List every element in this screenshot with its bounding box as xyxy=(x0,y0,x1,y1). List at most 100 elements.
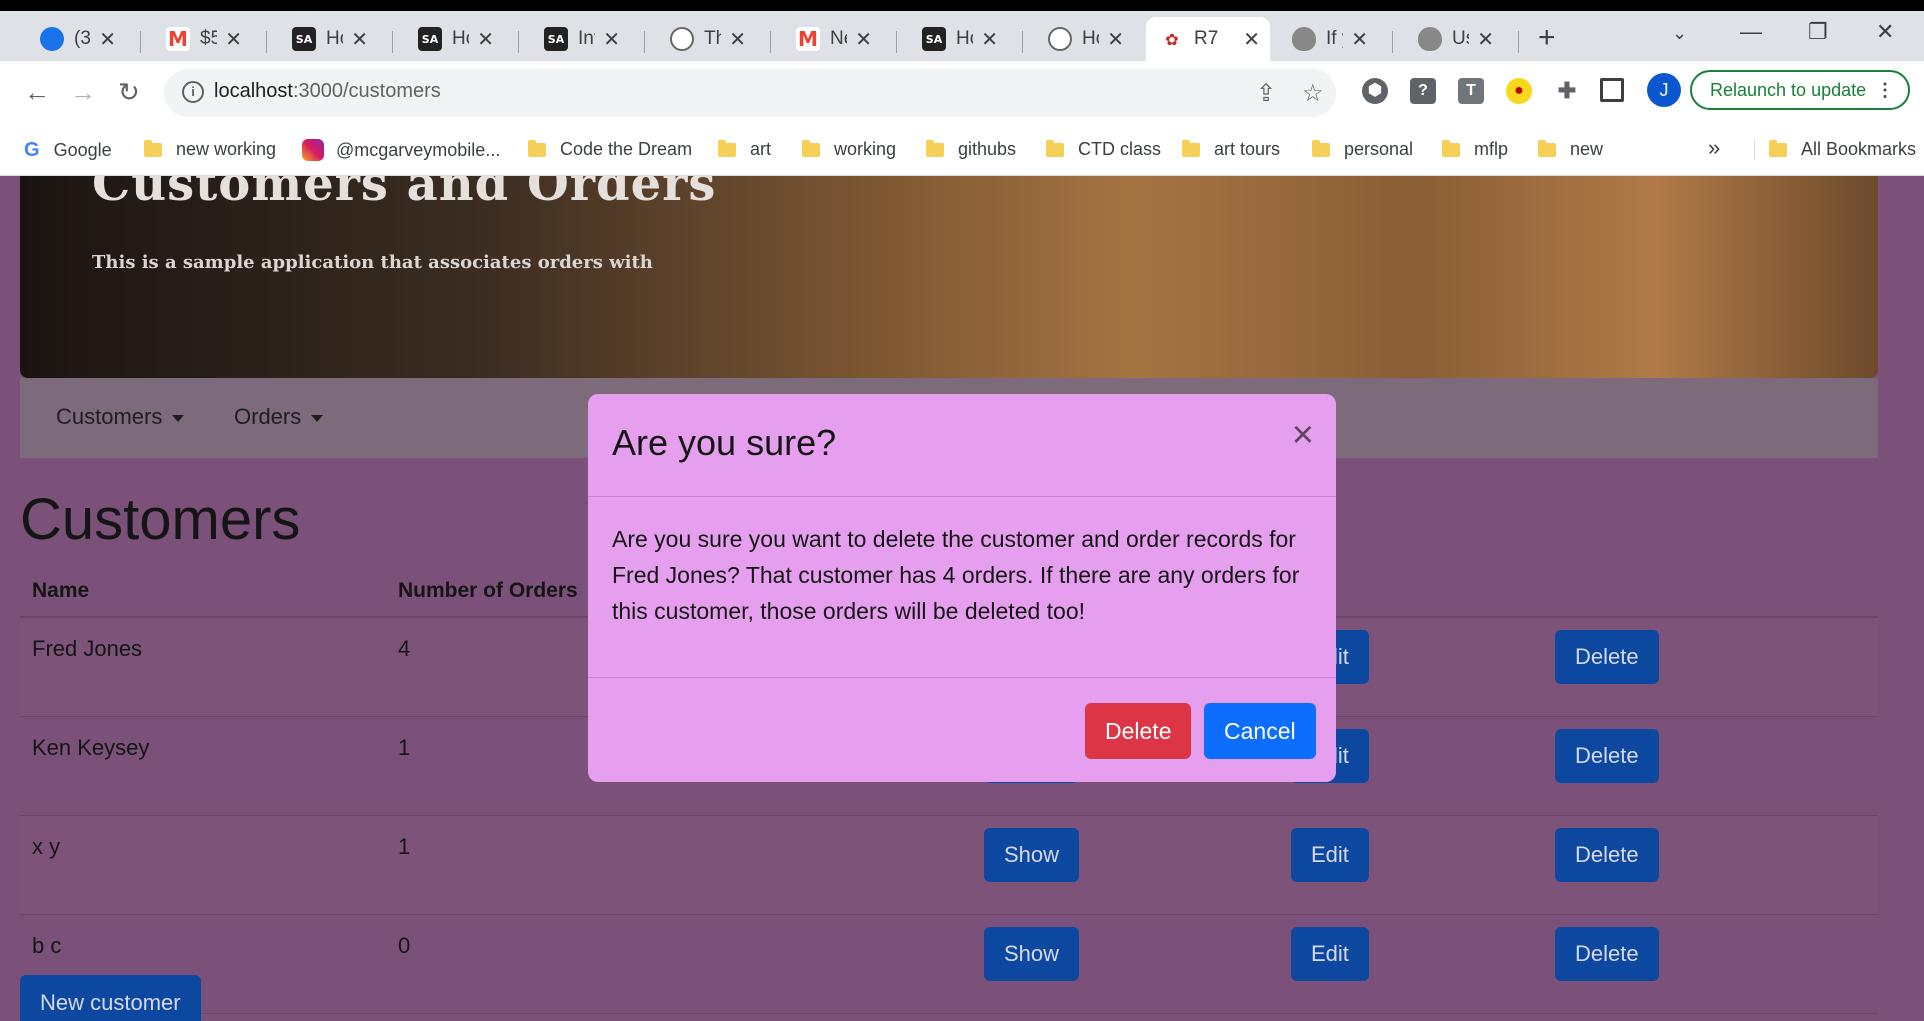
close-tab-icon[interactable]: ✕ xyxy=(603,27,620,52)
bookmark-label: CTD class xyxy=(1078,139,1162,159)
browser-tab[interactable]: M $5 ✕ xyxy=(152,17,252,61)
url-host: localhost xyxy=(214,80,293,102)
tab-title: Ho xyxy=(452,28,469,49)
tab-title: Ne xyxy=(830,28,847,49)
extension-hexagon-icon[interactable]: ⬢ xyxy=(1362,78,1388,104)
close-tab-icon[interactable]: ✕ xyxy=(99,27,116,52)
close-icon[interactable]: × xyxy=(1292,416,1314,454)
close-tab-icon[interactable]: ✕ xyxy=(729,27,746,52)
bookmark-label: mflp xyxy=(1474,139,1509,159)
extensions-puzzle-icon[interactable]: ✚ xyxy=(1554,78,1580,104)
nav-customers-dropdown[interactable]: Customers xyxy=(56,404,185,430)
bookmark-google[interactable]: G Google xyxy=(24,139,112,162)
restore-icon[interactable]: ❐ xyxy=(1808,19,1828,45)
close-tab-icon[interactable]: ✕ xyxy=(477,27,494,52)
modal-footer: Delete Cancel xyxy=(588,677,1336,783)
tab-title: Ho xyxy=(1082,28,1099,49)
browser-tab-active[interactable]: ✿ R7 ✕ xyxy=(1146,17,1270,61)
browser-tab[interactable]: Us ✕ xyxy=(1404,17,1504,61)
confirm-delete-button[interactable]: Delete xyxy=(1085,703,1192,759)
bookmark-folder[interactable]: personal xyxy=(1312,139,1413,160)
bookmarks-overflow-chevron[interactable]: » xyxy=(1708,135,1720,161)
tab-search-chevron-icon[interactable]: ⌄ xyxy=(1672,23,1687,44)
bookmark-label: githubs xyxy=(958,139,1017,159)
bookmark-folder[interactable]: art tours xyxy=(1182,139,1280,160)
reload-icon[interactable]: ↻ xyxy=(118,77,140,108)
folder-icon xyxy=(1182,139,1200,157)
bookmark-folder[interactable]: new working xyxy=(144,139,276,160)
close-tab-icon[interactable]: ✕ xyxy=(1243,27,1260,52)
browser-tab[interactable]: If y ✕ xyxy=(1278,17,1378,61)
browser-tab[interactable]: M Ne ✕ xyxy=(782,17,882,61)
bookmark-folder[interactable]: CTD class xyxy=(1046,139,1161,160)
bookmark-folder[interactable]: working xyxy=(802,139,896,160)
bookmark-folder[interactable]: githubs xyxy=(926,139,1016,160)
modal-body-text: Are you sure you want to delete the cust… xyxy=(612,526,1300,624)
all-bookmarks[interactable]: All Bookmarks xyxy=(1754,139,1916,160)
close-tab-icon[interactable]: ✕ xyxy=(1477,27,1494,52)
address-url[interactable]: localhost:3000/customers xyxy=(214,80,441,103)
close-tab-icon[interactable]: ✕ xyxy=(981,27,998,52)
bookmark-instagram[interactable]: @mcgarveymobile... xyxy=(302,139,500,161)
gmail-icon: M xyxy=(796,27,820,51)
bookmark-folder[interactable]: new xyxy=(1538,139,1603,160)
browser-tab[interactable]: Ho ✕ xyxy=(1034,17,1134,61)
tab-title: (3,8 xyxy=(74,28,91,49)
delete-button[interactable]: Delete xyxy=(1555,927,1659,981)
folder-icon xyxy=(926,139,944,157)
extension-help-icon[interactable]: ? xyxy=(1410,78,1436,104)
delete-button[interactable]: Delete xyxy=(1555,828,1659,882)
extension-yellow-icon[interactable]: ● xyxy=(1506,78,1532,104)
customer-name: Ken Keysey xyxy=(20,716,386,816)
bookmark-label: @mcgarveymobile... xyxy=(336,139,501,160)
address-bar[interactable]: i localhost:3000/customers ⇪ ☆ xyxy=(164,69,1336,117)
close-tab-icon[interactable]: ✕ xyxy=(351,27,368,52)
browser-tab[interactable]: (3,8 ✕ xyxy=(26,17,126,61)
show-button[interactable]: Show xyxy=(984,927,1080,981)
browser-toolbar: ← → ↻ i localhost:3000/customers ⇪ ☆ ⬢ ?… xyxy=(0,61,1924,127)
site-info-icon[interactable]: i xyxy=(182,81,204,103)
bookmark-label: art xyxy=(750,139,772,159)
browser-tab[interactable]: SA Ho ✕ xyxy=(278,17,378,61)
bookmark-folder[interactable]: art xyxy=(718,139,771,160)
bookmark-folder[interactable]: Code the Dream xyxy=(528,139,692,160)
back-arrow-icon[interactable]: ← xyxy=(24,77,50,108)
browser-tab[interactable]: SA Inf ✕ xyxy=(530,17,630,61)
more-menu-icon[interactable]: ⋮ xyxy=(1876,72,1894,108)
cancel-button[interactable]: Cancel xyxy=(1204,703,1316,759)
hero-title: Customers and Orders xyxy=(92,176,717,212)
share-icon[interactable]: ⇪ xyxy=(1256,79,1276,108)
new-tab-plus-icon[interactable]: + xyxy=(1538,21,1556,55)
bookmark-star-icon[interactable]: ☆ xyxy=(1302,79,1324,108)
relaunch-button[interactable]: Relaunch to update ⋮ xyxy=(1690,70,1910,110)
close-tab-icon[interactable]: ✕ xyxy=(1107,27,1124,52)
browser-tab[interactable]: SA Ho ✕ xyxy=(404,17,504,61)
wheel-icon xyxy=(1048,27,1072,51)
tab-divider xyxy=(1392,31,1393,53)
table-row: b c 0 Show Edit Delete xyxy=(20,914,1878,1014)
tab-title: Ho xyxy=(326,28,343,49)
nav-orders-dropdown[interactable]: Orders xyxy=(234,404,324,430)
extension-t-icon[interactable]: T xyxy=(1458,78,1484,104)
forward-arrow-icon[interactable]: → xyxy=(70,77,96,108)
edit-button[interactable]: Edit xyxy=(1291,927,1369,981)
tab-title: Us xyxy=(1452,28,1469,49)
browser-tab[interactable]: The ✕ xyxy=(656,17,756,61)
minimize-icon[interactable]: — xyxy=(1740,19,1762,45)
bookmark-folder[interactable]: mflp xyxy=(1442,139,1508,160)
bookmark-label: new xyxy=(1570,139,1604,159)
show-button[interactable]: Show xyxy=(984,828,1080,882)
close-tab-icon[interactable]: ✕ xyxy=(225,27,242,52)
delete-button[interactable]: Delete xyxy=(1555,729,1659,783)
profile-avatar[interactable]: J xyxy=(1647,73,1681,107)
folder-icon xyxy=(1312,139,1330,157)
close-window-icon[interactable]: ✕ xyxy=(1876,19,1894,45)
edit-button[interactable]: Edit xyxy=(1291,828,1369,882)
side-panel-icon[interactable] xyxy=(1600,78,1624,102)
close-tab-icon[interactable]: ✕ xyxy=(1351,27,1368,52)
close-tab-icon[interactable]: ✕ xyxy=(855,27,872,52)
tab-strip: (3,8 ✕ M $5 ✕ SA Ho ✕ SA Ho ✕ SA Inf ✕ xyxy=(0,11,1924,61)
new-customer-button[interactable]: New customer xyxy=(20,975,201,1021)
browser-tab[interactable]: SA Ho ✕ xyxy=(908,17,1008,61)
delete-button[interactable]: Delete xyxy=(1555,630,1659,684)
